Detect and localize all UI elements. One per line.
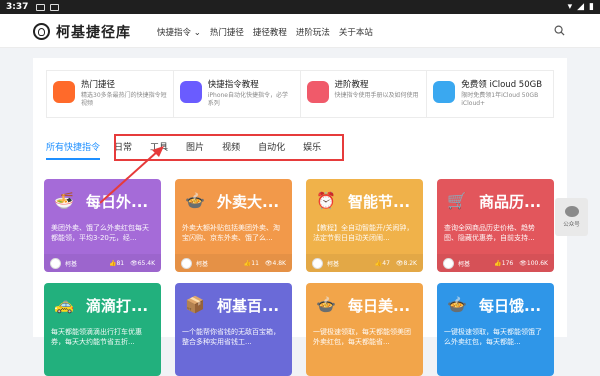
battery-icon: ▮	[589, 2, 594, 12]
notification-icon	[50, 3, 60, 11]
feature-strip: 热门捷径 精选30多条最热门的快捷指令短视频 快捷指令教程 iPhone自动化快捷指…	[46, 70, 554, 118]
tab-all[interactable]: 所有快捷指令	[46, 140, 101, 160]
cart-icon: 🛒	[447, 191, 467, 210]
status-time: 3:37	[6, 2, 29, 12]
annotation-arrow-icon	[99, 146, 164, 204]
nav-item-tutorial[interactable]: 捷径教程	[253, 26, 287, 38]
cloud-icon	[433, 81, 456, 103]
rocket-icon	[306, 81, 329, 103]
signal-icon: ◢	[577, 2, 585, 12]
card-shortcut[interactable]: 🍲 外卖大... 外卖大额补贴包括美团外卖、淘宝闪购、京东外卖、饿了么... 柯基…	[175, 179, 292, 272]
site-header: 柯基捷径库 快捷指令 ⌄ 热门捷径 捷径教程 进阶玩法 关于本站	[0, 14, 600, 48]
wechat-official-button[interactable]: 公众号	[555, 198, 588, 236]
feature-hot[interactable]: 热门捷径 精选30多条最热门的快捷指令短视频	[47, 71, 174, 117]
logo-icon[interactable]	[33, 23, 50, 40]
card-shortcut[interactable]: 🍲 每日饿... 一键极速领取，每天都能领饿了么外卖红包，每天都能...	[437, 283, 554, 376]
car-icon: 🚕	[54, 295, 74, 314]
feature-tutorial[interactable]: 快捷指令教程 iPhone自动化快捷指令，必学系列	[174, 71, 301, 117]
nav-item-shortcuts[interactable]: 快捷指令 ⌄	[157, 26, 201, 38]
feature-advanced[interactable]: 进阶教程 快捷指令使用手册以及如何使用	[301, 71, 428, 117]
box-icon: 📦	[185, 295, 205, 314]
chevron-down-icon: ⌄	[191, 28, 201, 38]
alarm-clock-icon: ⏰	[316, 191, 336, 210]
status-bar: 3:37 ▾ ◢ ▮	[0, 0, 600, 14]
card-shortcut[interactable]: ⏰ 智能节... 【教程】全自动智能开/关闹钟，法定节假日自动关闭闹... 柯基 👍…	[306, 179, 423, 272]
notification-icon	[36, 3, 46, 11]
bowl-icon: 🍲	[185, 191, 205, 210]
chat-bubble-icon	[564, 206, 579, 217]
avatar	[50, 257, 61, 269]
avatar	[181, 257, 192, 269]
avatar	[443, 257, 454, 269]
card-shortcut[interactable]: 📦 柯基百... 一个能帮你省钱的无敌百宝箱，整合多种实用省钱工...	[175, 283, 292, 376]
wifi-icon: ▾	[567, 2, 573, 12]
bowl-icon: 🍜	[54, 191, 74, 210]
nav-item-about[interactable]: 关于本站	[339, 26, 373, 38]
avatar	[312, 257, 323, 269]
nav-item-advanced[interactable]: 进阶玩法	[296, 26, 330, 38]
site-brand[interactable]: 柯基捷径库	[56, 22, 131, 42]
status-icons: ▾ ◢ ▮	[568, 2, 594, 12]
card-shortcut[interactable]: 🛒 商品历... 查询全网商品历史价格、趋势图、隐藏优惠券，自前支持... 柯基 👍…	[437, 179, 554, 272]
main-nav: 快捷指令 ⌄ 热门捷径 捷径教程 进阶玩法 关于本站	[157, 26, 373, 38]
card-shortcut[interactable]: 🍲 每日美... 一键极速领取，每天都能领美团外卖红包，每天都能省...	[306, 283, 423, 376]
card-shortcut[interactable]: 🚕 滴滴打... 每天都能领滴滴出行打车优惠券，每天大约能节省五折...	[44, 283, 161, 376]
bowl-icon: 🍲	[447, 295, 467, 314]
fire-icon	[53, 81, 75, 103]
search-icon[interactable]	[554, 25, 565, 36]
feature-icloud[interactable]: 免费领 iCloud 50GB 限时免费领1年iCloud 50GB iCloud…	[427, 71, 553, 117]
shortcuts-icon	[179, 81, 202, 103]
bowl-icon: 🍲	[316, 295, 336, 314]
nav-item-hot[interactable]: 热门捷径	[210, 26, 244, 38]
